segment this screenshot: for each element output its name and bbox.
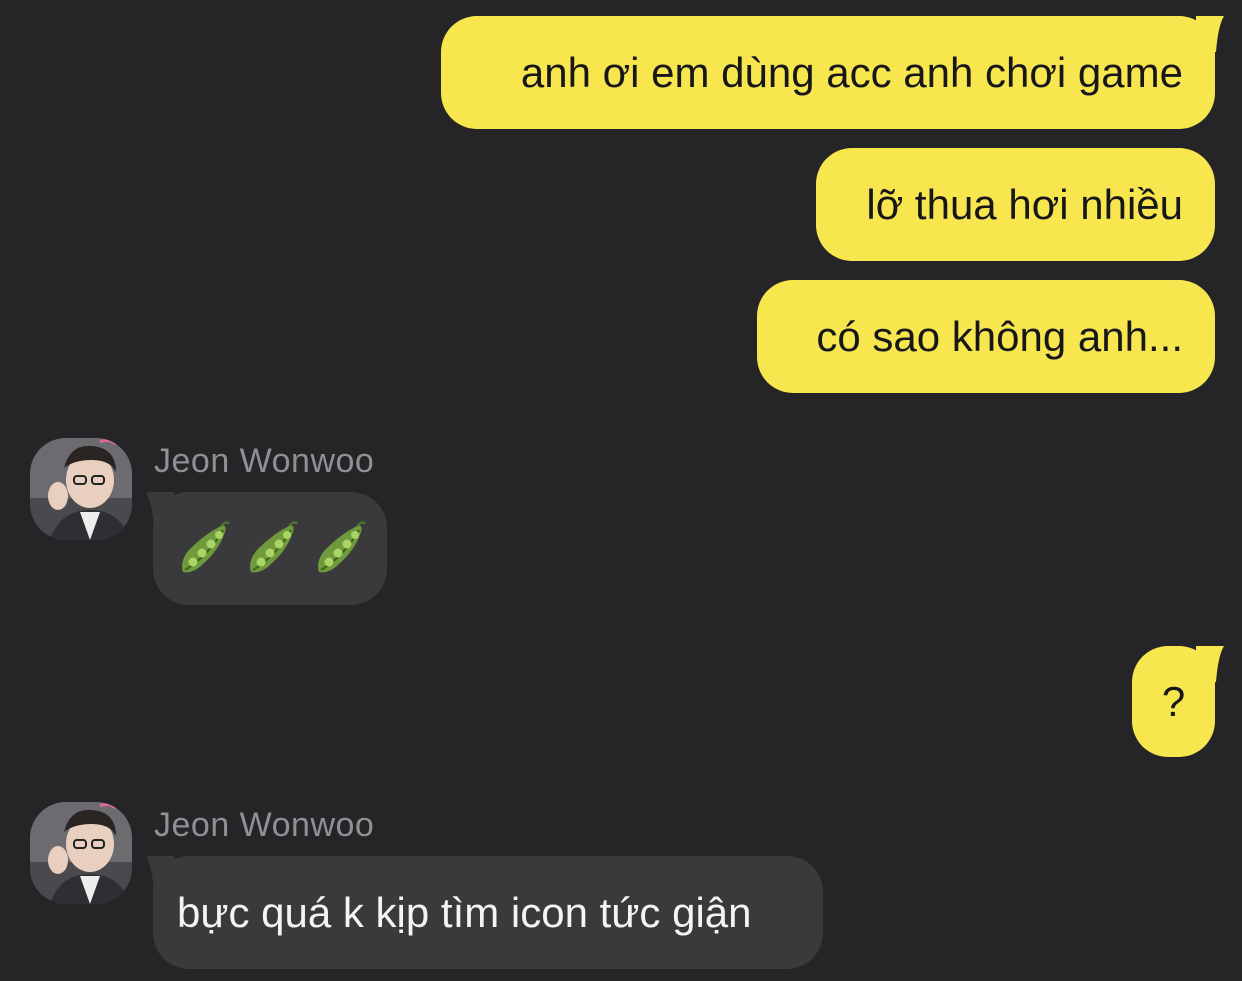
avatar[interactable] [30,438,132,540]
incoming-message-bubble[interactable]: bực quá k kịp tìm icon tức giận [153,856,823,969]
emoji-row [177,520,367,578]
message-text: lỡ thua hơi nhiều [866,180,1183,228]
outgoing-message-bubble[interactable]: anh ơi em dùng acc anh chơi game [441,16,1215,129]
message-text: bực quá k kịp tìm icon tức giận [177,888,752,936]
message-text: ? [1161,677,1186,725]
profile-photo-icon [30,802,132,904]
message-text: anh ơi em dùng acc anh chơi game [520,48,1183,96]
incoming-message-bubble[interactable] [153,492,387,605]
avatar[interactable] [30,802,132,904]
sender-name: Jeon Wonwoo [154,806,375,844]
outgoing-message-bubble[interactable]: lỡ thua hơi nhiều [816,148,1215,261]
pea-pod-icon [318,520,366,572]
message-text: có sao không anh... [816,312,1183,360]
outgoing-message-bubble[interactable]: có sao không anh... [757,280,1215,393]
sender-name: Jeon Wonwoo [154,442,375,480]
bubble-tail-icon [1196,16,1224,52]
profile-photo-icon [30,438,132,540]
pea-pod-icon [182,520,230,572]
pea-pod-icon [250,520,298,572]
outgoing-message-bubble[interactable]: ? [1132,646,1215,757]
